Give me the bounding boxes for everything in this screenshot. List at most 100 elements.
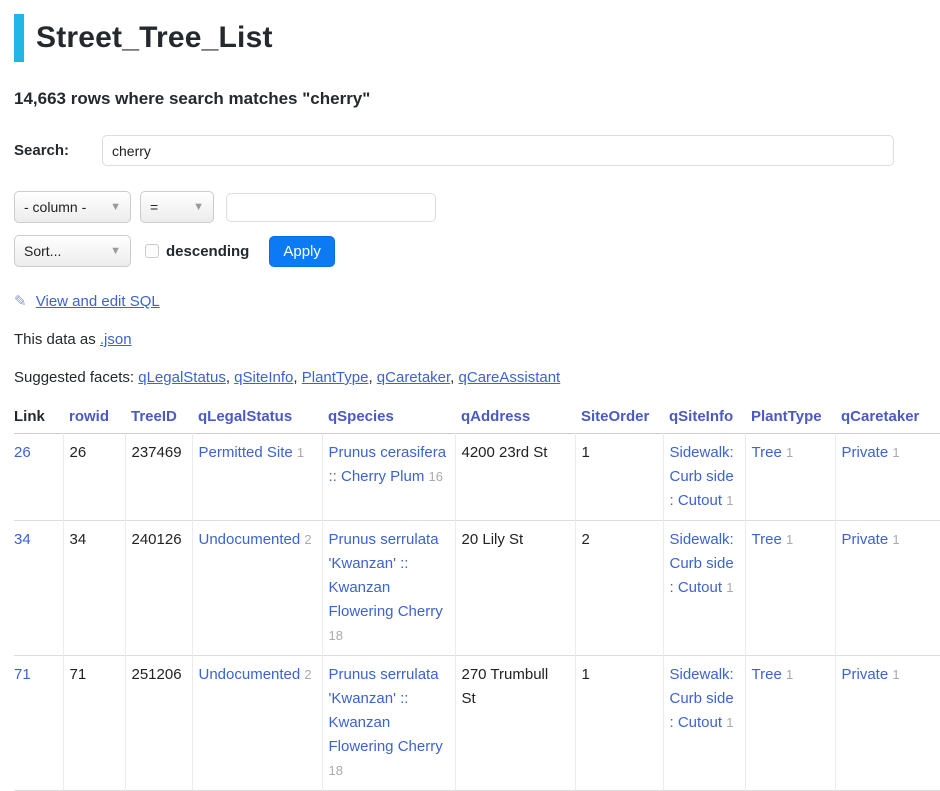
row-link[interactable]: 34 — [14, 531, 31, 548]
address-cell: 270 Trumbull St — [455, 656, 575, 791]
site-order-cell: 2 — [575, 521, 663, 656]
search-input[interactable] — [102, 135, 894, 166]
row-link[interactable]: 71 — [14, 666, 31, 683]
link-cell: 26 — [14, 434, 63, 521]
treeid-cell: 237469 — [125, 434, 192, 521]
caretaker-count: 1 — [892, 445, 899, 460]
facet-separator: , — [226, 369, 234, 386]
legal-status-link[interactable]: Undocumented — [199, 666, 301, 683]
operator-select[interactable]: = ▼ — [140, 191, 214, 223]
legal-status-cell: Permitted Site 1 — [192, 434, 322, 521]
facet-link-qLegalStatus[interactable]: qLegalStatus — [138, 369, 226, 386]
species-link[interactable]: Prunus serrulata 'Kwanzan' :: Kwanzan Fl… — [329, 666, 443, 755]
link-cell: 34 — [14, 521, 63, 656]
column-header-rowid[interactable]: rowid — [63, 402, 125, 434]
facet-link-PlantType[interactable]: PlantType — [302, 369, 369, 386]
facet-separator: , — [368, 369, 376, 386]
legal-status-link[interactable]: Permitted Site — [199, 444, 293, 461]
column-header-species[interactable]: qSpecies — [322, 402, 455, 434]
site-order-cell: 1 — [575, 434, 663, 521]
search-label: Search: — [14, 142, 102, 159]
site-info-link[interactable]: Sidewalk: Curb side : Cutout — [670, 444, 734, 509]
column-header-address[interactable]: qAddress — [455, 402, 575, 434]
column-header-caretaker[interactable]: qCaretaker — [835, 402, 940, 434]
sort-select-value: Sort... — [24, 243, 61, 259]
plant-type-count: 1 — [786, 667, 793, 682]
facet-separator: , — [450, 369, 458, 386]
legal-status-link[interactable]: Undocumented — [199, 531, 301, 548]
column-select[interactable]: - column - ▼ — [14, 191, 131, 223]
json-link[interactable]: .json — [100, 331, 132, 348]
row-link[interactable]: 26 — [14, 444, 31, 461]
plant-type-link[interactable]: Tree — [752, 666, 782, 683]
plant-type-cell: Tree 1 — [745, 434, 835, 521]
filter-value-input[interactable] — [226, 193, 436, 222]
facet-separator: , — [293, 369, 301, 386]
column-header-link: Link — [14, 402, 63, 434]
species-count: 18 — [329, 763, 343, 778]
rowid-cell: 71 — [63, 656, 125, 791]
page-header: Street_Tree_List — [14, 14, 940, 62]
column-header-site-info[interactable]: qSiteInfo — [663, 402, 745, 434]
species-cell: Prunus cerasifera :: Cherry Plum 16 — [322, 434, 455, 521]
sort-select[interactable]: Sort... ▼ — [14, 235, 131, 267]
caretaker-count: 1 — [892, 667, 899, 682]
facets-prefix: Suggested facets: — [14, 369, 138, 386]
search-form: Search: — [14, 135, 940, 166]
plant-type-link[interactable]: Tree — [752, 531, 782, 548]
apply-button[interactable]: Apply — [269, 236, 335, 267]
facet-link-qSiteInfo[interactable]: qSiteInfo — [234, 369, 293, 386]
data-as-prefix: This data as — [14, 331, 100, 348]
legal-status-cell: Undocumented 2 — [192, 521, 322, 656]
species-count: 18 — [329, 628, 343, 643]
table-row: 3434240126Undocumented 2Prunus serrulata… — [14, 521, 940, 656]
caretaker-link[interactable]: Private — [842, 444, 889, 461]
site-info-cell: Sidewalk: Curb side : Cutout 1 — [663, 434, 745, 521]
facet-link-qCaretaker[interactable]: qCaretaker — [377, 369, 450, 386]
treeid-cell: 240126 — [125, 521, 192, 656]
species-link[interactable]: Prunus serrulata 'Kwanzan' :: Kwanzan Fl… — [329, 531, 443, 620]
plant-type-link[interactable]: Tree — [752, 444, 782, 461]
rowid-cell: 34 — [63, 521, 125, 656]
data-as-line: This data as .json — [14, 331, 940, 348]
plant-type-cell: Tree 1 — [745, 521, 835, 656]
accent-bar — [14, 14, 24, 62]
column-select-value: - column - — [24, 199, 86, 215]
column-header-legal-status[interactable]: qLegalStatus — [192, 402, 322, 434]
caretaker-cell: Private 1 — [835, 656, 940, 791]
column-header-plant-type[interactable]: PlantType — [745, 402, 835, 434]
row-count-heading: 14,663 rows where search matches "cherry… — [14, 89, 940, 109]
site-info-count: 1 — [726, 580, 733, 595]
site-info-cell: Sidewalk: Curb side : Cutout 1 — [663, 521, 745, 656]
caretaker-link[interactable]: Private — [842, 666, 889, 683]
site-order-cell: 1 — [575, 656, 663, 791]
facets-line: Suggested facets: qLegalStatus, qSiteInf… — [14, 369, 940, 386]
descending-checkbox[interactable] — [145, 244, 159, 258]
species-cell: Prunus serrulata 'Kwanzan' :: Kwanzan Fl… — [322, 656, 455, 791]
table-header-row: Link rowid TreeID qLegalStatus qSpecies … — [14, 402, 940, 434]
column-header-site-order[interactable]: SiteOrder — [575, 402, 663, 434]
view-edit-sql-link[interactable]: View and edit SQL — [36, 293, 160, 310]
caretaker-count: 1 — [892, 532, 899, 547]
table-row: 2626237469Permitted Site 1Prunus cerasif… — [14, 434, 940, 521]
plant-type-cell: Tree 1 — [745, 656, 835, 791]
page-title: Street_Tree_List — [36, 21, 273, 55]
results-table: Link rowid TreeID qLegalStatus qSpecies … — [14, 402, 940, 791]
chevron-down-icon: ▼ — [110, 245, 121, 257]
caretaker-cell: Private 1 — [835, 521, 940, 656]
column-header-treeid[interactable]: TreeID — [125, 402, 192, 434]
site-info-link[interactable]: Sidewalk: Curb side : Cutout — [670, 666, 734, 731]
legal-status-count: 1 — [297, 445, 304, 460]
site-info-cell: Sidewalk: Curb side : Cutout 1 — [663, 656, 745, 791]
site-info-count: 1 — [726, 493, 733, 508]
caretaker-link[interactable]: Private — [842, 531, 889, 548]
rowid-cell: 26 — [63, 434, 125, 521]
site-info-link[interactable]: Sidewalk: Curb side : Cutout — [670, 531, 734, 596]
facet-link-qCareAssistant[interactable]: qCareAssistant — [459, 369, 561, 386]
chevron-down-icon: ▼ — [110, 201, 121, 213]
legal-status-cell: Undocumented 2 — [192, 656, 322, 791]
legal-status-count: 2 — [304, 532, 311, 547]
pencil-icon: ✎ — [14, 292, 27, 310]
caretaker-cell: Private 1 — [835, 434, 940, 521]
chevron-down-icon: ▼ — [193, 201, 204, 213]
